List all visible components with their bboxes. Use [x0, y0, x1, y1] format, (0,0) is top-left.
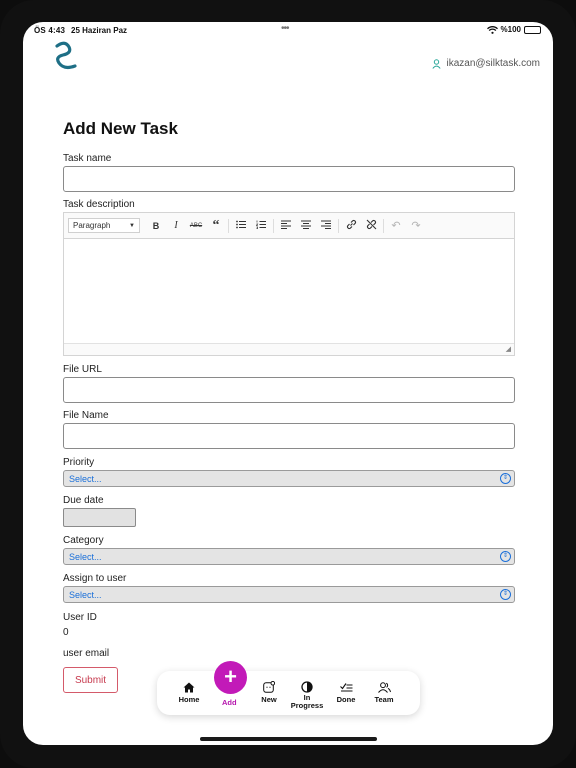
category-select[interactable]: Select... ⇕	[63, 548, 515, 565]
tab-team-label: Team	[374, 695, 394, 704]
italic-icon[interactable]: I	[166, 220, 186, 231]
tab-in-progress-label: In Progress	[290, 693, 324, 710]
priority-select-value: Select...	[69, 473, 102, 484]
submit-button[interactable]: Submit	[63, 667, 118, 693]
battery-percent: %100	[500, 25, 521, 34]
unlink-icon[interactable]	[361, 219, 381, 232]
rich-text-editor: Paragraph ▼ B I ABC “ ↶ ↷ ◢	[63, 212, 515, 356]
file-url-input[interactable]	[63, 377, 515, 403]
add-task-fab[interactable]: +	[214, 661, 247, 694]
tab-home[interactable]: Home	[175, 671, 203, 715]
bold-icon[interactable]: B	[146, 221, 166, 231]
assign-user-select-value: Select...	[69, 589, 102, 600]
editor-toolbar: Paragraph ▼ B I ABC “ ↶ ↷	[64, 213, 514, 239]
category-select-value: Select...	[69, 551, 102, 562]
tab-team[interactable]: Team	[370, 671, 398, 715]
bulleted-list-icon[interactable]	[231, 220, 251, 231]
home-indicator[interactable]	[200, 737, 377, 741]
home-icon	[183, 680, 195, 694]
paragraph-select-label: Paragraph	[73, 221, 111, 230]
chevron-updown-icon: ⇕	[500, 473, 511, 484]
plus-icon: +	[224, 664, 237, 689]
file-name-label: File Name	[63, 410, 109, 421]
resize-grip-icon[interactable]: ◢	[506, 345, 511, 353]
align-right-icon[interactable]	[316, 220, 336, 231]
app-screen: ÖS 4:43 25 Haziran Paz ••• %100 ikazan@s…	[23, 22, 553, 745]
priority-select[interactable]: Select... ⇕	[63, 470, 515, 487]
task-name-input[interactable]	[63, 166, 515, 192]
tab-done[interactable]: Done	[332, 671, 360, 715]
toolbar-divider	[228, 218, 229, 233]
tab-in-progress[interactable]: In Progress	[287, 671, 327, 715]
tab-add-label: Add	[222, 698, 237, 707]
priority-label: Priority	[63, 457, 95, 468]
team-icon	[377, 680, 391, 694]
description-editor-area[interactable]	[64, 239, 514, 343]
wifi-icon	[486, 25, 498, 34]
quote-icon[interactable]: “	[206, 218, 226, 234]
link-icon[interactable]	[341, 219, 361, 232]
page-title: Add New Task	[63, 119, 178, 138]
strikethrough-icon[interactable]: ABC	[186, 223, 206, 229]
toolbar-divider	[383, 218, 384, 233]
bottom-tab-bar: Home New In Progress Done Team	[157, 671, 420, 715]
new-badge-icon	[263, 680, 275, 694]
file-url-label: File URL	[63, 364, 102, 375]
paragraph-select[interactable]: Paragraph ▼	[68, 218, 140, 233]
align-left-icon[interactable]	[276, 220, 296, 231]
done-check-icon	[339, 680, 353, 694]
toolbar-divider	[273, 218, 274, 233]
status-right: %100	[486, 25, 541, 34]
silktask-logo[interactable]	[51, 41, 83, 71]
task-description-label: Task description	[63, 199, 135, 210]
user-id-value: 0	[63, 627, 69, 638]
editor-statusbar: ◢	[64, 343, 514, 355]
due-date-input[interactable]	[63, 508, 136, 527]
tab-new[interactable]: New	[257, 671, 281, 715]
chevron-updown-icon: ⇕	[500, 551, 511, 562]
status-date: 25 Haziran Paz	[71, 26, 128, 35]
tab-done-label: Done	[336, 695, 356, 704]
assign-user-select[interactable]: Select... ⇕	[63, 586, 515, 603]
align-center-icon[interactable]	[296, 220, 316, 231]
multitasking-dots-icon[interactable]: •••	[281, 23, 289, 34]
undo-icon[interactable]: ↶	[386, 219, 406, 232]
toolbar-divider	[338, 218, 339, 233]
assign-user-label: Assign to user	[63, 573, 127, 584]
user-account[interactable]: ikazan@silktask.com	[432, 58, 540, 69]
numbered-list-icon[interactable]	[251, 220, 271, 231]
tab-new-label: New	[261, 695, 277, 704]
file-name-input[interactable]	[63, 423, 515, 449]
user-email-label: user email	[63, 648, 110, 659]
status-time: ÖS 4:43	[34, 26, 66, 35]
category-label: Category	[63, 535, 104, 546]
chevron-down-icon: ▼	[129, 222, 135, 229]
half-circle-icon	[301, 680, 313, 694]
tab-home-label: Home	[178, 695, 200, 704]
task-name-label: Task name	[63, 153, 112, 164]
user-icon	[432, 58, 442, 69]
battery-icon	[524, 25, 541, 34]
due-date-label: Due date	[63, 495, 104, 506]
chevron-updown-icon: ⇕	[500, 589, 511, 600]
user-id-label: User ID	[63, 612, 97, 623]
status-bar: ÖS 4:43 25 Haziran Paz ••• %100	[23, 22, 553, 40]
redo-icon[interactable]: ↷	[406, 219, 426, 232]
user-email-header: ikazan@silktask.com	[446, 58, 540, 69]
